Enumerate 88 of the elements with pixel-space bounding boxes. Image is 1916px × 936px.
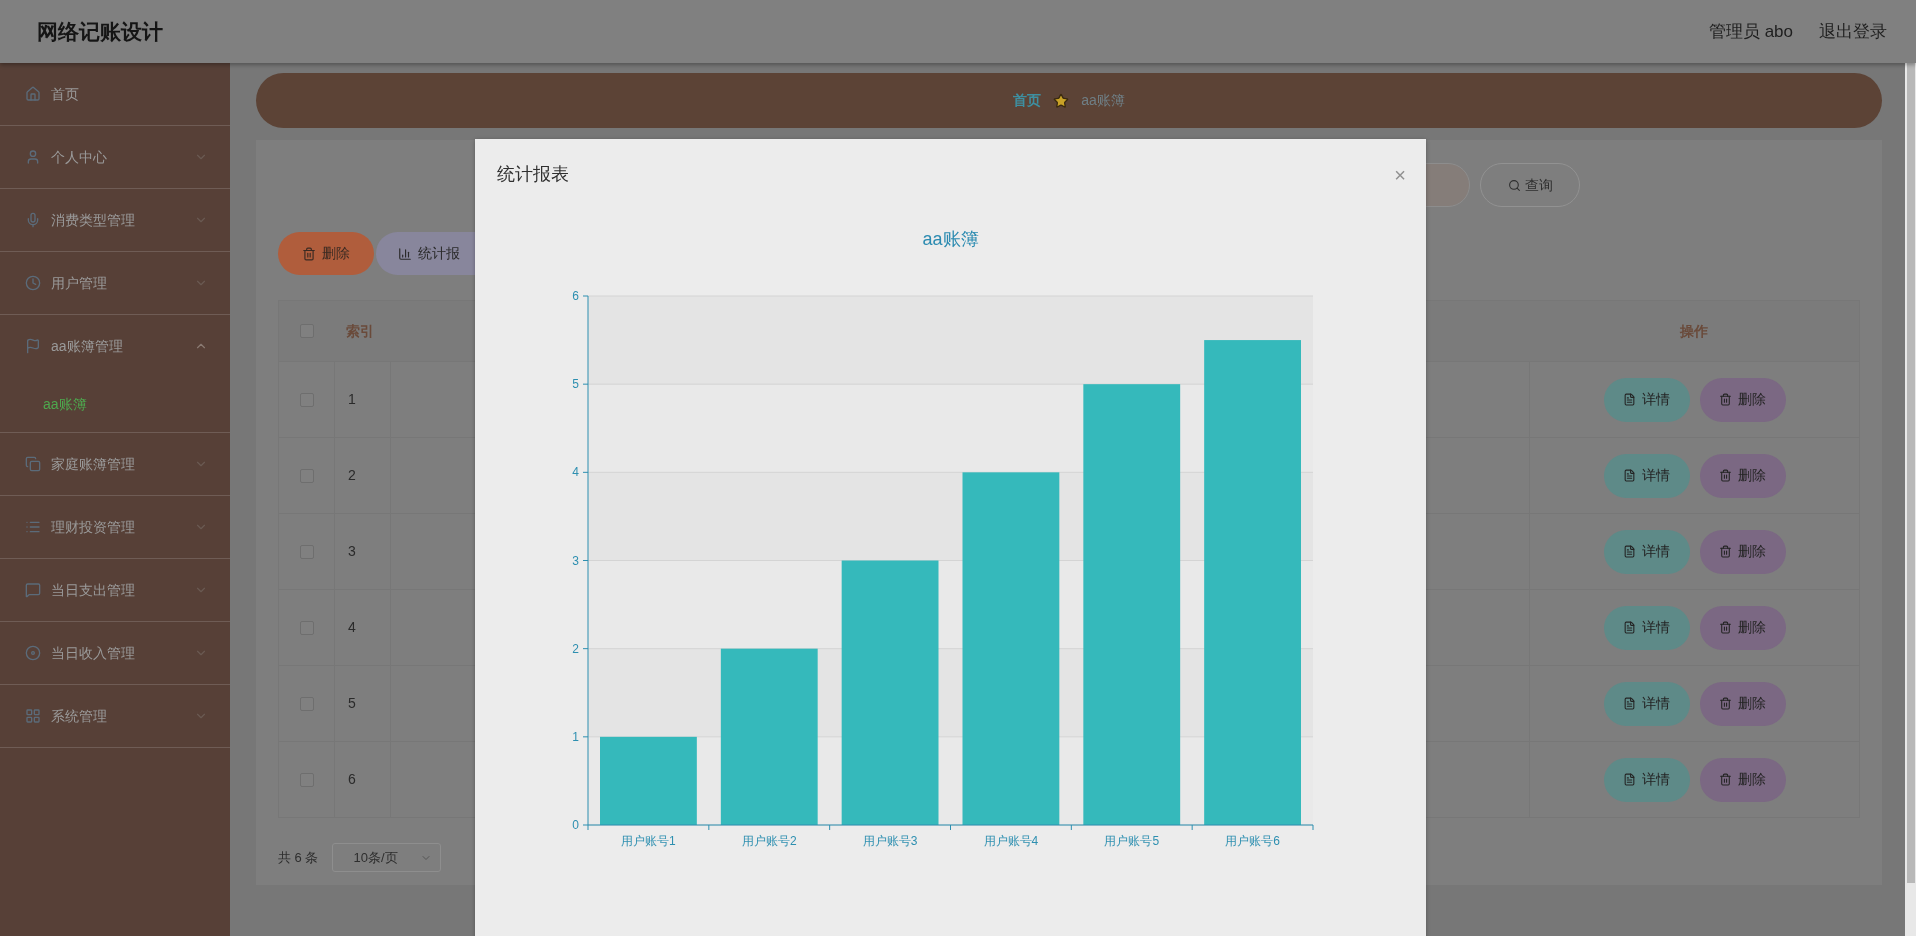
sidebar-item[interactable]: 首页 (0, 63, 230, 125)
table-cell-text: 6 (348, 770, 356, 789)
details-button[interactable]: 详情 (1603, 453, 1690, 498)
trash-icon (1719, 773, 1732, 786)
sidebar-item[interactable]: 当日支出管理 (0, 559, 230, 621)
trash-icon (1719, 697, 1732, 710)
details-button[interactable]: 详情 (1603, 681, 1690, 726)
sidebar-item[interactable]: 系统管理 (0, 685, 230, 747)
breadcrumb-link[interactable]: 首页 (1013, 90, 1042, 111)
menu-item-icon (25, 582, 41, 598)
axis-label: 用户账号3 (862, 834, 918, 848)
details-button[interactable]: 详情 (1603, 757, 1690, 802)
breadcrumb-current: aa账簿 (1081, 91, 1125, 110)
delete-button[interactable]: 删除 (1699, 529, 1786, 574)
axis-label: 6 (572, 289, 579, 303)
menu-item-icon (25, 212, 41, 228)
document-icon (1623, 469, 1636, 482)
menu-item-icon (25, 645, 41, 661)
search-button[interactable]: 查询 (1480, 163, 1580, 207)
delete-button[interactable]: 删除 (1699, 453, 1786, 498)
column-header: 索引 (346, 322, 374, 339)
total-count: 共 6 条 (278, 848, 319, 867)
menu-item-icon (25, 149, 41, 165)
user-label: 管理员 abo (1708, 20, 1793, 43)
menu-item-icon (25, 86, 41, 102)
sidebar-item[interactable]: 理财投资管理 (0, 496, 230, 558)
sidebar-item[interactable]: 消费类型管理 (0, 189, 230, 251)
trash-icon (1719, 469, 1732, 482)
sidebar-item[interactable]: aa账簿管理 (0, 315, 230, 377)
close-button[interactable]: × (1394, 164, 1406, 185)
table-cell-text: 3 (348, 542, 356, 561)
document-icon (1623, 393, 1636, 406)
axis-label: 用户账号6 (1225, 834, 1280, 848)
axis-label: 用户账号2 (741, 834, 797, 848)
delete-button[interactable]: 删除 (1699, 605, 1786, 650)
details-button[interactable]: 详情 (1603, 377, 1690, 422)
axis-label: 1 (572, 729, 579, 744)
sidebar-item[interactable]: 当日收入管理 (0, 622, 230, 684)
axis-label: 用户账号1 (621, 834, 676, 848)
bar[interactable] (1204, 340, 1301, 825)
page-size-select[interactable]: 10条/页 (332, 843, 442, 872)
delete-button[interactable]: 删除 (278, 232, 374, 275)
axis-label: 4 (572, 465, 579, 480)
sidebar-item[interactable]: 个人中心 (0, 126, 230, 188)
sidebar-item[interactable]: 用户管理 (0, 252, 230, 314)
document-icon (1623, 545, 1636, 558)
delete-button[interactable]: 删除 (1699, 377, 1786, 422)
sidebar-item[interactable]: 家庭账簿管理 (0, 433, 230, 495)
document-icon (1623, 697, 1636, 710)
delete-button[interactable]: 删除 (1699, 681, 1786, 726)
trash-icon (302, 246, 316, 261)
bar[interactable] (962, 472, 1060, 825)
menu-item-icon (25, 708, 41, 724)
axis-label: 3 (572, 553, 579, 568)
app-title: 网络记账设计 (37, 18, 163, 45)
axis-label: 用户账号5 (1104, 834, 1160, 848)
bar-chart-icon (398, 246, 412, 261)
menu-item-icon (25, 338, 41, 354)
dialog-title: 统计报表 (497, 163, 569, 186)
axis-label: 2 (572, 641, 579, 656)
bar[interactable] (720, 648, 818, 825)
details-button[interactable]: 详情 (1603, 529, 1690, 574)
star-icon (1053, 92, 1070, 109)
document-icon (1623, 773, 1636, 786)
axis-label: 0 (572, 818, 579, 832)
column-header: 操作 (1680, 321, 1708, 341)
menu-item-icon (25, 456, 41, 472)
search-icon (1507, 178, 1521, 192)
menu-item-icon (25, 519, 41, 535)
axis-label: 用户账号4 (983, 834, 1039, 848)
logout-link[interactable]: 退出登录 (1819, 18, 1887, 45)
table-cell-text: 4 (348, 618, 356, 637)
trash-icon (1719, 621, 1732, 634)
document-icon (1623, 621, 1636, 634)
trash-icon (1719, 393, 1732, 406)
menu-item-icon (25, 275, 41, 291)
axis-label: 5 (572, 377, 579, 392)
submenu-item[interactable]: aa账簿 (0, 377, 230, 432)
bar[interactable] (841, 560, 939, 825)
delete-button[interactable]: 删除 (1699, 757, 1786, 802)
bar[interactable] (600, 736, 697, 825)
bar[interactable] (1083, 384, 1181, 825)
table-cell-text: 1 (348, 390, 356, 409)
table-cell-text: 5 (348, 694, 356, 713)
table-cell-text: 2 (348, 466, 356, 485)
chart-title: aa账簿 (922, 228, 979, 251)
trash-icon (1719, 545, 1732, 558)
details-button[interactable]: 详情 (1603, 605, 1690, 650)
